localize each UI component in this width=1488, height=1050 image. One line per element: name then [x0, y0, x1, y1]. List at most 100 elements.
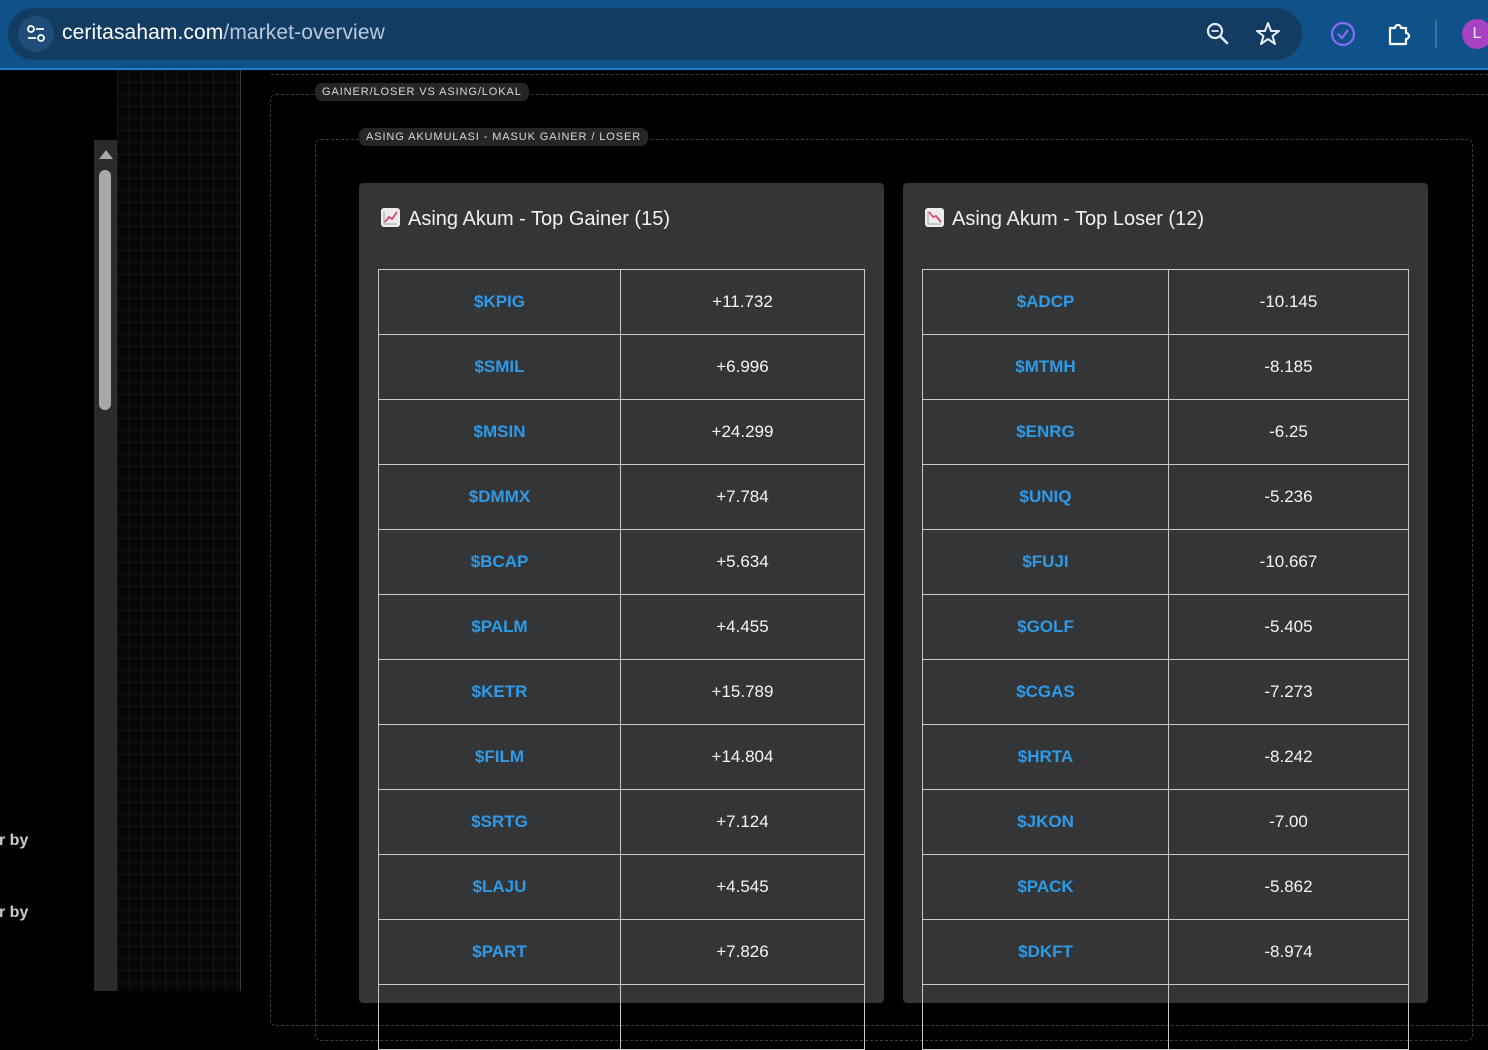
stock-value: +24.299 — [620, 399, 865, 465]
extensions-puzzle-icon[interactable] — [1384, 19, 1414, 49]
table-row: $PART +7.826 — [378, 919, 865, 985]
loser-table: $ADCP -10.145 $MTMH -8.185 $ENRG -6.25 $UNIQ -5… — [922, 269, 1409, 1050]
stock-ticker-link[interactable]: $PACK — [922, 854, 1169, 920]
stock-ticker-link[interactable]: $LAJU — [378, 854, 621, 920]
stock-value: +7.826 — [620, 919, 865, 985]
url-text[interactable]: ceritasaham.com/market-overview — [62, 21, 385, 45]
table-row: $SRTG +7.124 — [378, 789, 865, 855]
url-path: /market-overview — [223, 21, 385, 44]
stock-ticker-link[interactable]: $PALM — [378, 594, 621, 660]
table-row: $KPIG +11.732 — [378, 269, 865, 335]
left-fragment-2: r by — [0, 904, 29, 921]
stock-value: -8.242 — [1168, 724, 1409, 790]
stock-ticker-link[interactable]: $JKON — [922, 789, 1169, 855]
table-row: $GOLF -5.405 — [922, 594, 1409, 660]
gainer-table: $KPIG +11.732 $SMIL +6.996 $MSIN +24.299 $DMMX… — [378, 269, 865, 1050]
url-domain: ceritasaham.com — [62, 21, 224, 44]
stock-ticker-link[interactable]: $PART — [378, 919, 621, 985]
toolbar-separator — [1435, 20, 1437, 48]
site-info-icon[interactable] — [18, 16, 54, 52]
stock-ticker-link[interactable]: $ADCP — [922, 269, 1169, 335]
table-row: $UNIQ -5.236 — [922, 464, 1409, 530]
stock-value: +11.732 — [620, 269, 865, 335]
stock-ticker-link[interactable]: $FUJI — [922, 529, 1169, 595]
zoom-icon[interactable] — [1204, 20, 1232, 48]
stock-value — [1168, 984, 1409, 1050]
table-row: $ENRG -6.25 — [922, 399, 1409, 465]
scroll-up-arrow-icon[interactable] — [99, 150, 113, 159]
main-content: GAINER/LOSER VS ASING/LOKAL ASING AKUMUL… — [241, 70, 1488, 1050]
chart-increasing-icon — [381, 208, 400, 227]
table-row: $CGAS -7.273 — [922, 659, 1409, 725]
left-sidebar: ' r by r by — [0, 70, 94, 991]
stock-ticker-link[interactable]: $UNIQ — [922, 464, 1169, 530]
stock-value: -8.974 — [1168, 919, 1409, 985]
stock-ticker-link[interactable]: $MTMH — [922, 334, 1169, 400]
gainer-title-text: Asing Akum - Top Gainer (15) — [408, 208, 670, 230]
table-row — [378, 984, 865, 1050]
stock-value: -7.273 — [1168, 659, 1409, 725]
browser-toolbar: ceritasaham.com/market-overview L — [0, 0, 1488, 70]
table-row: $PALM +4.455 — [378, 594, 865, 660]
stock-value: -7.00 — [1168, 789, 1409, 855]
loser-title-text: Asing Akum - Top Loser (12) — [952, 208, 1204, 230]
table-row: $DKFT -8.974 — [922, 919, 1409, 985]
stock-value: +4.545 — [620, 854, 865, 920]
stock-value: -6.25 — [1168, 399, 1409, 465]
stock-ticker-link[interactable]: $FILM — [378, 724, 621, 790]
stock-value: -5.405 — [1168, 594, 1409, 660]
table-row: $PACK -5.862 — [922, 854, 1409, 920]
stock-ticker-link[interactable]: $GOLF — [922, 594, 1169, 660]
profile-avatar[interactable]: L — [1462, 19, 1488, 49]
sidebar-scrollbar[interactable] — [94, 140, 117, 991]
top-gainer-card: Asing Akum - Top Gainer (15) $KPIG +11.73… — [359, 183, 884, 1050]
stock-ticker-link[interactable]: $DKFT — [922, 919, 1169, 985]
table-row: $MSIN +24.299 — [378, 399, 865, 465]
stock-ticker-link[interactable]: $CGAS — [922, 659, 1169, 725]
stock-ticker-link[interactable]: $ENRG — [922, 399, 1169, 465]
inner-section-legend: ASING AKUMULASI - MASUK GAINER / LOSER — [359, 128, 649, 146]
table-row: $JKON -7.00 — [922, 789, 1409, 855]
table-row: $SMIL +6.996 — [378, 334, 865, 400]
stock-value: +14.804 — [620, 724, 865, 790]
stock-ticker-link[interactable]: $KETR — [378, 659, 621, 725]
table-row: $MTMH -8.185 — [922, 334, 1409, 400]
top-loser-card: Asing Akum - Top Loser (12) $ADCP -10.145… — [903, 183, 1428, 1050]
stock-value: +7.784 — [620, 464, 865, 530]
stock-ticker-link[interactable]: $MSIN — [378, 399, 621, 465]
stock-value — [620, 984, 865, 1050]
stock-value: +5.634 — [620, 529, 865, 595]
left-fragment-1: r by — [0, 832, 29, 849]
stock-ticker-link[interactable]: $DMMX — [378, 464, 621, 530]
table-row: $HRTA -8.242 — [922, 724, 1409, 790]
grid-background-strip — [117, 70, 241, 991]
stock-value: -10.667 — [1168, 529, 1409, 595]
stock-ticker-link[interactable]: $KPIG — [378, 269, 621, 335]
bookmark-star-icon[interactable] — [1254, 20, 1282, 48]
stock-ticker-link[interactable] — [378, 984, 621, 1050]
stock-value: -5.236 — [1168, 464, 1409, 530]
table-row: $FUJI -10.667 — [922, 529, 1409, 595]
outer-section-legend: GAINER/LOSER VS ASING/LOKAL — [315, 83, 529, 101]
table-row — [922, 984, 1409, 1050]
stock-value: +15.789 — [620, 659, 865, 725]
table-row: $FILM +14.804 — [378, 724, 865, 790]
stock-ticker-link[interactable]: $BCAP — [378, 529, 621, 595]
address-bar[interactable]: ceritasaham.com/market-overview — [8, 8, 1302, 60]
stock-value: +7.124 — [620, 789, 865, 855]
extension-check-icon[interactable] — [1328, 19, 1358, 49]
stock-value: +6.996 — [620, 334, 865, 400]
table-row: $BCAP +5.634 — [378, 529, 865, 595]
scrollbar-thumb[interactable] — [99, 170, 111, 410]
stock-ticker-link[interactable]: $SRTG — [378, 789, 621, 855]
table-row: $KETR +15.789 — [378, 659, 865, 725]
gainer-card-title: Asing Akum - Top Gainer (15) — [381, 208, 670, 231]
stock-ticker-link[interactable]: $SMIL — [378, 334, 621, 400]
stock-ticker-link[interactable] — [922, 984, 1169, 1050]
table-row: $DMMX +7.784 — [378, 464, 865, 530]
section-divider — [271, 74, 1488, 75]
stock-value: -5.862 — [1168, 854, 1409, 920]
stock-ticker-link[interactable]: $HRTA — [922, 724, 1169, 790]
loser-card-title: Asing Akum - Top Loser (12) — [925, 208, 1204, 231]
table-row: $ADCP -10.145 — [922, 269, 1409, 335]
